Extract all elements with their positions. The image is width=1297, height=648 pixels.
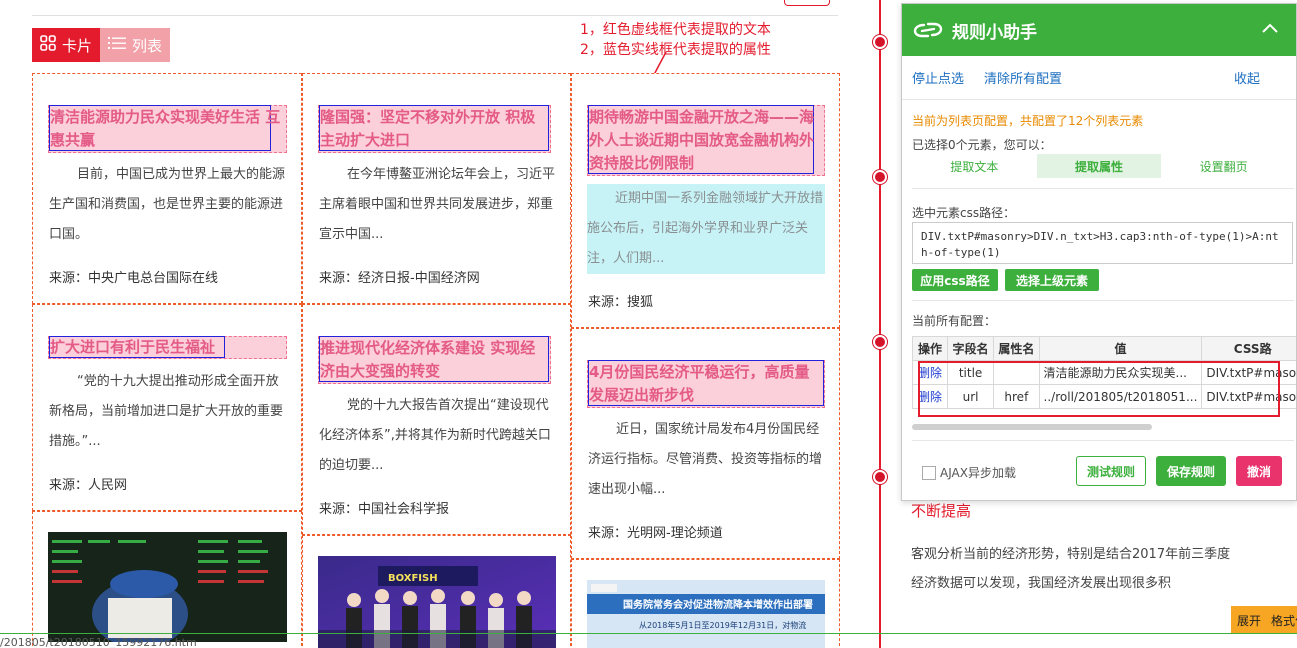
card-title-link[interactable]: 4月份国民经济平稳运行，高质量发展迈出新步伐 [589, 361, 823, 407]
card-summary-highlighted: 近期中国一系列金融领域扩大开放措施公布后，引起海外学界和业界广泛关注，人们期..… [587, 184, 825, 274]
thumb-sub-text: 从2018年5月1日至2019年12月31日，对物流 [639, 620, 806, 630]
col-header: 字段名 [946, 336, 995, 361]
card-source: 来源：搜狐 [588, 295, 654, 310]
apply-css-path-button[interactable]: 应用css路径 [912, 269, 998, 291]
clear-all-config-link[interactable]: 清除所有配置 [984, 68, 1062, 87]
col-header: 值 [1038, 336, 1203, 361]
select-parent-button[interactable]: 选择上级元素 [1005, 269, 1099, 291]
tab-set-pagination[interactable]: 设置翻页 [1161, 154, 1286, 178]
thumb-sign-text: BOXFISH [388, 573, 438, 584]
rule-helper-panel: 规则小助手 停止点选 清除所有配置 收起 当前为列表页配置，共配置了12个列表元… [901, 3, 1297, 501]
card-summary: 党的十九大报告首次提出“建设现代化经济体系”,并将其作为新时代跨越关口的迫切要.… [319, 398, 551, 473]
card-title-link[interactable]: 推进现代化经济体系建设 实现经济由大变强的转变 [320, 337, 550, 383]
timeline-dot[interactable] [873, 170, 887, 184]
selection-info: 已选择0个元素，您可以： [912, 138, 1052, 152]
annotation-line-1: 1，红色虚线框代表提取的文本 [580, 22, 771, 38]
card-source: 来源：人民网 [49, 478, 128, 493]
group-photo-image-icon: BOXFISH [318, 556, 556, 648]
tv-news-image-icon: 国务院常务会对促进物流降本增效作出部署 从2018年5月1日至2019年12月3… [587, 580, 825, 648]
helper-action-bar: 停止点选 清除所有配置 收起 [902, 56, 1296, 100]
news-card[interactable]: BOXFISH [302, 535, 571, 648]
helper-header: 规则小助手 [902, 4, 1296, 56]
card-title-link[interactable]: 清洁能源助力民众实现美好生活 互惠共赢 [50, 106, 286, 152]
divider [912, 300, 1294, 301]
view-toggle: 卡片 列表 [32, 28, 170, 62]
card-summary: 近日，国家统计局发布4月份国民经济运行指标。尽管消费、投资等指标的增速出现小幅.… [588, 422, 823, 497]
list-icon [107, 35, 126, 55]
list-config-notice: 当前为列表页配置，共配置了12个列表元素 [912, 114, 1144, 128]
chevron-up-icon[interactable] [1260, 18, 1280, 38]
divider [912, 188, 1294, 189]
list-view-button[interactable]: 列表 [100, 28, 170, 62]
article-title[interactable]: 不断提高 [911, 500, 971, 521]
highlight-frame [918, 361, 1280, 417]
top-divider [32, 0, 838, 16]
card-source: 来源：光明网-理论频道 [588, 526, 723, 541]
timeline-dot[interactable] [873, 470, 887, 484]
table-horizontal-scrollbar[interactable] [912, 424, 1152, 430]
col-header: 操作 [912, 336, 948, 361]
collapse-link[interactable]: 收起 [1234, 68, 1260, 87]
col-header: CSS路 [1201, 336, 1296, 361]
cloud-link-icon [913, 22, 943, 38]
action-tabs: 提取文本 提取属性 设置翻页 [912, 154, 1286, 178]
news-card[interactable] [32, 511, 302, 648]
card-summary: 在今年博鳌亚洲论坛年会上，习近平主席着眼中国和世界共同发展进步，郑重宣示中国..… [319, 167, 556, 242]
ajax-label: AJAX异步加载 [940, 466, 1016, 480]
test-rule-button[interactable]: 测试规则 [1076, 456, 1146, 486]
stop-pick-link[interactable]: 停止点选 [912, 68, 964, 87]
tab-extract-text[interactable]: 提取文本 [912, 154, 1037, 178]
bottom-divider [0, 633, 1297, 634]
annotation-line-2: 2，蓝色实线框代表提取的属性 [580, 42, 771, 58]
card-summary: “党的十九大提出推动形成全面开放新格局，当前增加进口是扩大开放的重要措施。”..… [49, 374, 284, 449]
css-path-label: 选中元素css路径： [912, 206, 1016, 220]
stock-board-image-icon [48, 532, 287, 642]
helper-title: 规则小助手 [952, 22, 1037, 43]
card-source: 来源：中国社会科学报 [319, 502, 450, 517]
status-bar-url: /201805/t20180510_15992176.htm [0, 636, 197, 648]
grid-icon [40, 35, 56, 55]
news-card[interactable]: 4月份国民经济平稳运行，高质量发展迈出新步伐 近日，国家统计局发布4月份国民经济… [571, 328, 840, 559]
timeline-dot[interactable] [873, 35, 887, 49]
timeline-dot[interactable] [873, 335, 887, 349]
legend-annotation: 1，红色虚线框代表提取的文本 2，蓝色实线框代表提取的属性 [580, 20, 771, 60]
save-rule-button[interactable]: 保存规则 [1156, 456, 1226, 486]
expand-format-bar: 展开 格式化 [1231, 606, 1297, 634]
card-title-link[interactable]: 期待畅游中国金融开放之海——海外人士谈近期中国放宽金融机构外资持股比例限制 [589, 106, 817, 175]
card-thumbnail[interactable] [48, 532, 287, 642]
expand-button[interactable]: 展开 [1237, 612, 1261, 629]
ajax-option[interactable]: AJAX异步加载 [922, 464, 1016, 481]
top-button-edge[interactable] [784, 0, 830, 6]
divider [912, 440, 1294, 441]
ajax-checkbox[interactable] [922, 465, 936, 480]
timeline-axis [879, 0, 881, 648]
page-root: 卡片 列表 1，红色虚线框代表提取的文本 2，蓝色实线框代表提取的属性 清洁能源… [0, 0, 1297, 648]
config-table-header: 操作 字段名 属性名 值 CSS路 [912, 336, 1296, 361]
col-header: 属性名 [993, 336, 1040, 361]
card-source: 来源：经济日报-中国经济网 [319, 271, 480, 286]
news-card[interactable]: 隆国强：坚定不移对外开放 积极主动扩大进口 在今年博鳌亚洲论坛年会上，习近平主席… [302, 73, 571, 304]
card-summary: 目前，中国已成为世界上最大的能源生产国和消费国，也是世界主要的能源进口国。 [49, 167, 286, 242]
news-card[interactable]: 清洁能源助力民众实现美好生活 互惠共赢 目前，中国已成为世界上最大的能源生产国和… [32, 73, 302, 304]
news-card[interactable]: 扩大进口有利于民生福祉 “党的十九大提出推动形成全面开放新格局，当前增加进口是扩… [32, 304, 302, 511]
tab-extract-attr[interactable]: 提取属性 [1036, 154, 1162, 178]
news-card[interactable]: 推进现代化经济体系建设 实现经济由大变强的转变 党的十九大报告首次提出“建设现代… [302, 304, 571, 535]
config-label: 当前所有配置： [912, 314, 997, 328]
list-view-label: 列表 [131, 36, 162, 55]
card-view-button[interactable]: 卡片 [32, 28, 100, 62]
format-button[interactable]: 格式化 [1271, 612, 1297, 629]
card-thumbnail[interactable]: BOXFISH [318, 556, 556, 648]
card-view-label: 卡片 [61, 36, 92, 55]
card-title-link[interactable]: 扩大进口有利于民生福祉 [50, 336, 286, 359]
news-card[interactable]: 期待畅游中国金融开放之海——海外人士谈近期中国放宽金融机构外资持股比例限制 近期… [571, 73, 840, 328]
card-source: 来源：中央广电总台国际在线 [49, 271, 219, 286]
news-card[interactable]: 国务院常务会对促进物流降本增效作出部署 从2018年5月1日至2019年12月3… [571, 559, 840, 648]
card-thumbnail[interactable]: 国务院常务会对促进物流降本增效作出部署 从2018年5月1日至2019年12月3… [587, 580, 825, 648]
card-title-link[interactable]: 隆国强：坚定不移对外开放 积极主动扩大进口 [320, 106, 550, 152]
thumb-banner-text: 国务院常务会对促进物流降本增效作出部署 [623, 598, 813, 611]
cancel-button[interactable]: 撤消 [1236, 456, 1282, 486]
article-body: 客观分析当前的经济形势，特别是结合2017年前三季度经济数据可以发现，我国经济发… [911, 547, 1231, 591]
css-path-textarea[interactable]: DIV.txtP#masonry>DIV.n_txt>H3.cap3:nth-o… [912, 222, 1293, 264]
